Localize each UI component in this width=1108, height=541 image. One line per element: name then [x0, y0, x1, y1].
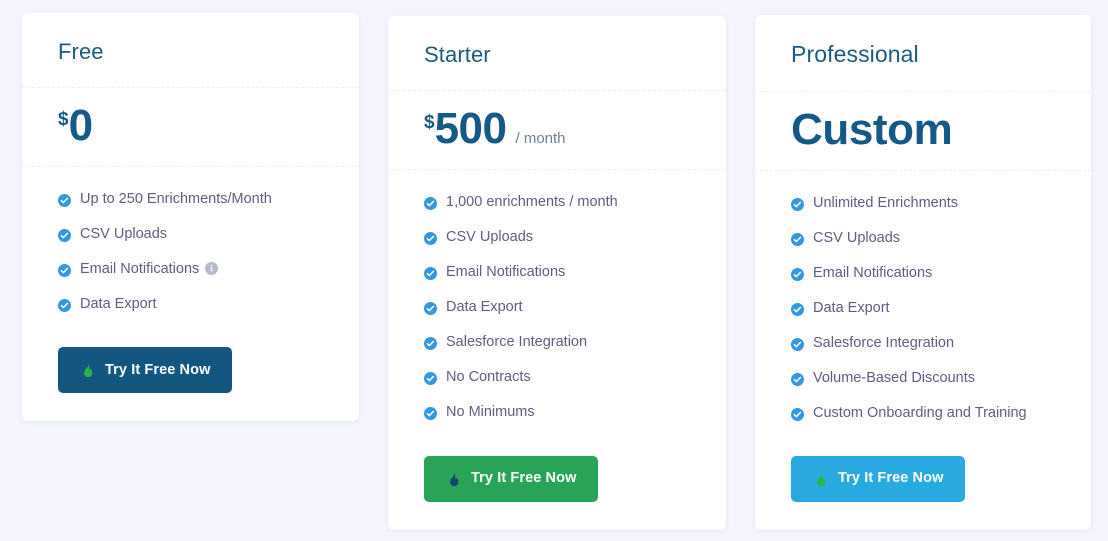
pricing-card-professional: Professional Custom Unlimited Enrichment… [755, 15, 1091, 530]
feature-label: Data Export [446, 299, 523, 316]
feature-item: CSV Uploads [58, 224, 329, 245]
check-circle-icon [791, 232, 804, 246]
check-circle-icon [791, 197, 804, 211]
price-period-starter: / month [515, 130, 566, 148]
price-amount-starter: 500 [434, 104, 507, 154]
check-circle-icon [424, 266, 437, 281]
check-circle-icon [424, 371, 437, 386]
check-circle-icon [791, 372, 804, 386]
feature-label: Email Notifications [446, 264, 566, 281]
check-circle-icon [791, 302, 804, 316]
plan-name-starter: Starter [424, 42, 491, 67]
feature-label: No Contracts [446, 369, 531, 386]
feature-item: Email Notifications [58, 259, 329, 280]
check-circle-icon [424, 196, 437, 211]
plan-name-professional: Professional [791, 41, 919, 67]
feature-label: Data Export [80, 296, 157, 313]
plan-price-starter: $ 500 / month [388, 91, 726, 171]
feature-label: Email Notifications [813, 264, 933, 281]
feature-label: Unlimited Enrichments [813, 194, 959, 211]
price-currency-free: $ [58, 109, 69, 131]
check-circle-icon [424, 231, 437, 246]
feature-label: CSV Uploads [446, 229, 534, 246]
price-currency-starter: $ [424, 112, 435, 134]
feature-item: CSV Uploads [791, 228, 1061, 249]
feature-label-text: Email Notifications [80, 261, 200, 278]
feature-label: 1,000 enrichments / month [446, 194, 618, 211]
feature-label: CSV Uploads [80, 226, 168, 243]
feature-label: Custom Onboarding and Training [813, 404, 1027, 421]
check-circle-icon [424, 301, 437, 316]
feature-item: 1,000 enrichments / month [424, 192, 696, 213]
flame-icon [446, 471, 462, 487]
feature-list-professional: Unlimited Enrichments CSV Uploads Email … [755, 171, 1091, 444]
try-it-free-now-button-professional[interactable]: Try It Free Now [791, 455, 966, 502]
price-amount-professional: Custom [791, 104, 953, 154]
plan-name-free: Free [58, 39, 104, 64]
feature-label: Salesforce Integration [813, 334, 955, 351]
check-circle-icon [58, 298, 71, 313]
feature-item: No Contracts [424, 367, 696, 388]
feature-label: Salesforce Integration [446, 334, 588, 351]
try-it-free-now-button-free[interactable]: Try It Free Now [58, 347, 233, 394]
feature-label: Volume-Based Discounts [813, 369, 975, 386]
feature-list-free: Up to 250 Enrichments/Month CSV Uploads … [22, 167, 359, 335]
feature-label: Email Notifications [80, 259, 329, 280]
cta-wrap-professional: Try It Free Now [755, 444, 1091, 530]
try-it-free-now-button-starter[interactable]: Try It Free Now [424, 455, 599, 502]
feature-item: Data Export [424, 297, 696, 318]
check-circle-icon [791, 267, 804, 281]
check-circle-icon [58, 228, 71, 243]
feature-label: Up to 250 Enrichments/Month [80, 191, 272, 208]
feature-list-starter: 1,000 enrichments / month CSV Uploads Em… [388, 170, 726, 443]
feature-label: No Minimums [446, 404, 535, 421]
check-circle-icon [791, 337, 804, 351]
feature-item: Unlimited Enrichments [791, 193, 1061, 214]
check-circle-icon [58, 193, 71, 208]
card-header-professional: Professional [755, 15, 1091, 92]
feature-item: Data Export [791, 298, 1061, 319]
feature-item: Data Export [58, 294, 329, 315]
card-header-starter: Starter [388, 16, 726, 92]
cta-wrap-free: Try It Free Now [22, 335, 359, 421]
card-header-free: Free [22, 13, 359, 89]
pricing-card-starter: Starter $ 500 / month 1,000 enrichments … [388, 16, 726, 530]
feature-item: Volume-Based Discounts [791, 368, 1061, 389]
feature-label: Data Export [813, 299, 890, 316]
feature-item: Email Notifications [791, 263, 1061, 284]
check-circle-icon [58, 263, 71, 278]
feature-item: Salesforce Integration [424, 332, 696, 353]
price-amount-free: 0 [68, 101, 93, 151]
cta-label: Try It Free Now [838, 470, 944, 487]
feature-item: Custom Onboarding and Training [791, 403, 1061, 424]
feature-item: No Minimums [424, 402, 696, 423]
feature-item: Up to 250 Enrichments/Month [58, 189, 329, 210]
cta-label: Try It Free Now [471, 470, 577, 487]
pricing-card-free: Free $ 0 Up to 250 Enrichments/Month CSV… [22, 13, 359, 422]
feature-label: CSV Uploads [813, 229, 901, 246]
plan-price-professional: Custom [755, 92, 1091, 171]
check-circle-icon [424, 336, 437, 351]
cta-wrap-starter: Try It Free Now [388, 444, 726, 530]
info-icon[interactable] [205, 261, 219, 276]
check-circle-icon [424, 406, 437, 421]
feature-item: Salesforce Integration [791, 333, 1061, 354]
feature-item: CSV Uploads [424, 227, 696, 248]
pricing-plans-section: Free $ 0 Up to 250 Enrichments/Month CSV… [0, 0, 1108, 541]
flame-icon [80, 362, 96, 378]
flame-icon [813, 471, 829, 487]
plan-price-free: $ 0 [22, 88, 359, 168]
cta-label: Try It Free Now [105, 362, 211, 379]
feature-item: Email Notifications [424, 262, 696, 283]
check-circle-icon [791, 407, 804, 421]
